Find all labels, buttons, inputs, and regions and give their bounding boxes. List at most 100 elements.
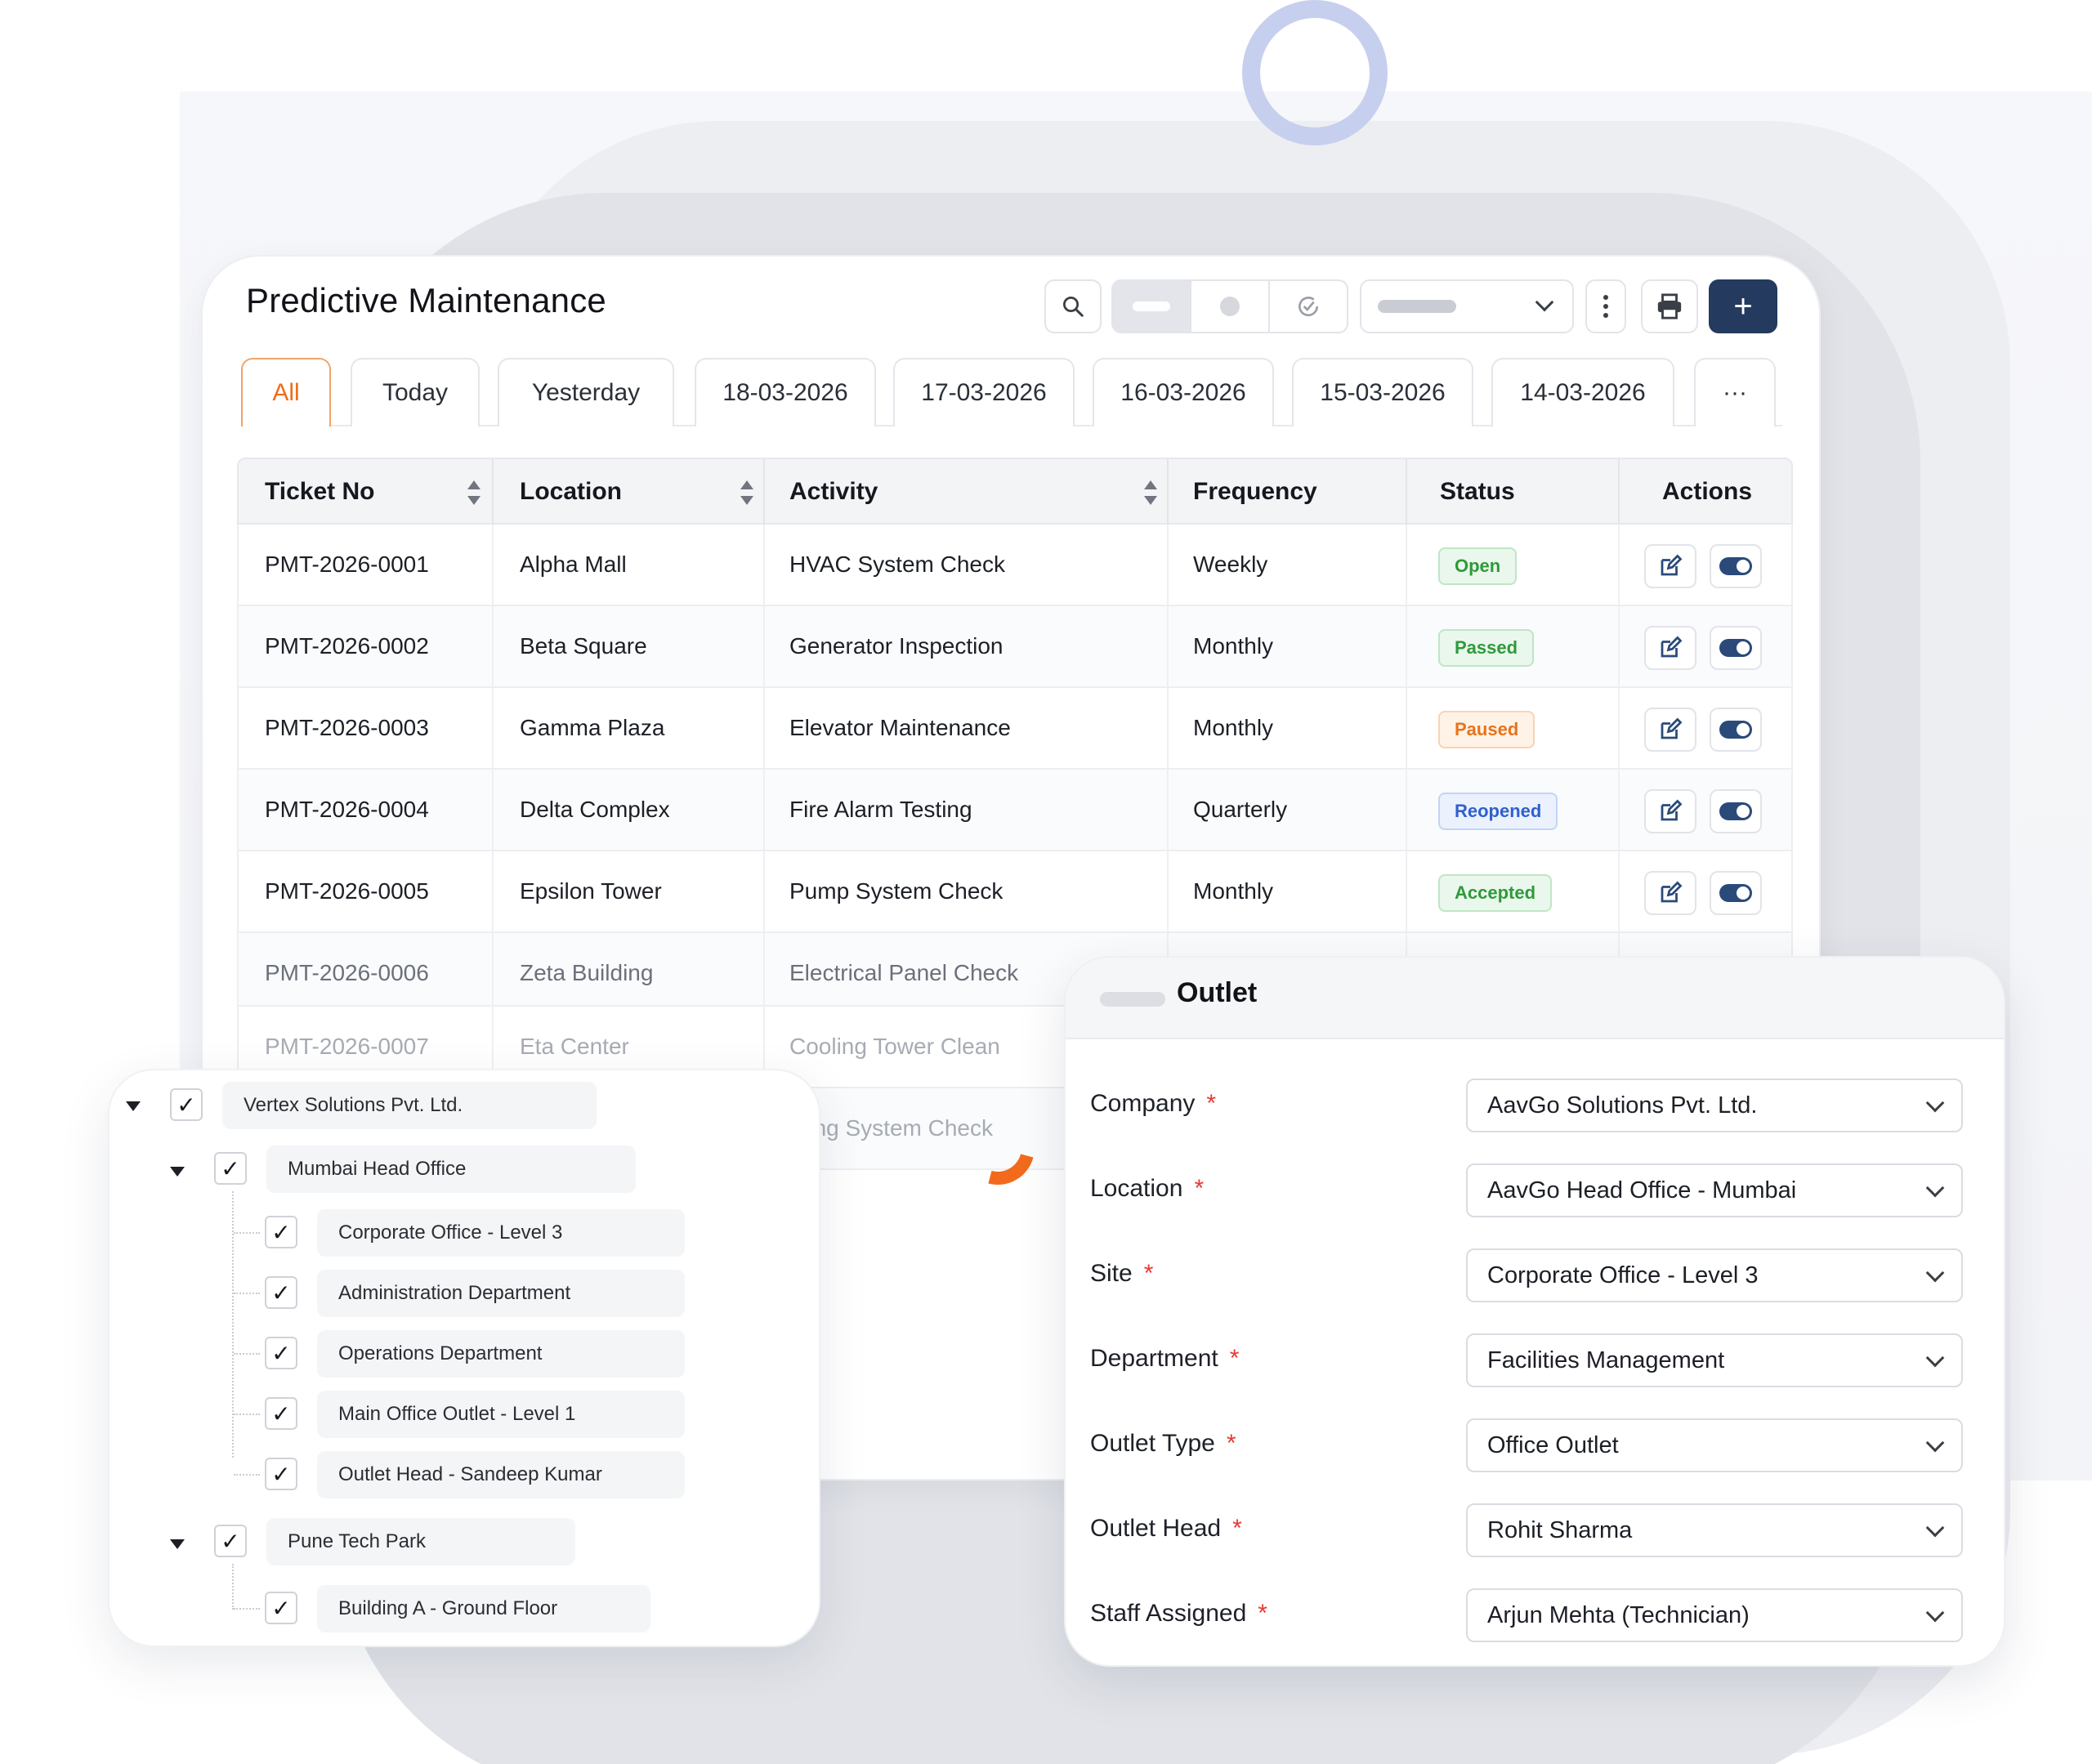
- tree-node-leaf[interactable]: Main Office Outlet - Level 1: [317, 1391, 685, 1438]
- chevron-down-icon: [1535, 293, 1554, 312]
- field-select[interactable]: AavGo Head Office - Mumbai: [1466, 1163, 1963, 1217]
- checkbox-checked[interactable]: ✓: [265, 1592, 297, 1624]
- segment-check[interactable]: [1270, 281, 1347, 332]
- cell-frequency: Weekly: [1193, 552, 1268, 577]
- cell-divider: [1167, 606, 1169, 686]
- tree-node-leaf[interactable]: Operations Department: [317, 1330, 685, 1378]
- select-value: Arjun Mehta (Technician): [1487, 1601, 1750, 1628]
- tree-node-leaf[interactable]: Outlet Head - Sandeep Kumar: [317, 1451, 685, 1498]
- cell-activity: Cooling Tower Clean: [789, 1034, 1000, 1059]
- tab-date-16[interactable]: 16-03-2026: [1093, 358, 1274, 426]
- cell-divider: [1618, 851, 1620, 931]
- required-mark: *: [1258, 1600, 1267, 1627]
- checkbox-checked[interactable]: ✓: [214, 1525, 247, 1557]
- caret-down-icon[interactable]: [126, 1101, 141, 1111]
- tree-node-group[interactable]: Mumbai Head Office: [266, 1145, 636, 1193]
- cell-divider: [1167, 688, 1169, 768]
- checkbox-checked[interactable]: ✓: [170, 1088, 203, 1121]
- tab-more[interactable]: ···: [1694, 358, 1776, 426]
- cell-divider: [1618, 770, 1620, 850]
- checkbox-checked[interactable]: ✓: [265, 1276, 297, 1309]
- field-select[interactable]: AavGo Solutions Pvt. Ltd.: [1466, 1078, 1963, 1132]
- cell-frequency: Monthly: [1193, 715, 1274, 740]
- tab-date-17[interactable]: 17-03-2026: [893, 358, 1075, 426]
- cell-divider: [1406, 688, 1407, 768]
- checkbox-checked[interactable]: ✓: [214, 1152, 247, 1185]
- page-title: Predictive Maintenance: [246, 281, 606, 319]
- add-button[interactable]: +: [1709, 279, 1777, 333]
- sort-icon[interactable]: [467, 480, 481, 505]
- edit-button[interactable]: [1644, 789, 1696, 833]
- table-row[interactable]: PMT-2026-0001 Alpha Mall HVAC System Check…: [237, 525, 1793, 606]
- field-select[interactable]: Rohit Sharma: [1466, 1503, 1963, 1557]
- table-row[interactable]: PMT-2026-0003 Gamma Plaza Elevator Mainten…: [237, 688, 1793, 770]
- toggle-button[interactable]: [1710, 626, 1762, 670]
- segment-list[interactable]: [1113, 281, 1191, 332]
- field-label: Outlet Head *: [1090, 1515, 1242, 1543]
- tree-node-group[interactable]: Pune Tech Park: [266, 1518, 575, 1565]
- tab-date-14[interactable]: 14-03-2026: [1491, 358, 1674, 426]
- search-button[interactable]: [1044, 279, 1102, 333]
- tab-date-18[interactable]: 18-03-2026: [695, 358, 876, 426]
- caret-down-icon[interactable]: [170, 1167, 185, 1177]
- toggle-button[interactable]: [1710, 544, 1762, 588]
- outlet-header: Outlet: [1066, 958, 2004, 1039]
- field-label-text: Department: [1090, 1345, 1218, 1372]
- chevron-down-icon: [1925, 1093, 1945, 1113]
- cell-divider: [492, 525, 494, 605]
- field-label: Staff Assigned *: [1090, 1600, 1267, 1628]
- sort-icon[interactable]: [1144, 480, 1157, 505]
- toggle-button[interactable]: [1710, 871, 1762, 915]
- tree-node-leaf[interactable]: Corporate Office - Level 3: [317, 1209, 685, 1257]
- cell-activity: Fire Alarm Testing: [789, 797, 972, 822]
- tab-all[interactable]: All: [241, 358, 331, 426]
- filter-dropdown[interactable]: [1360, 279, 1574, 333]
- cell-divider: [492, 606, 494, 686]
- tab-date-15[interactable]: 15-03-2026: [1292, 358, 1473, 426]
- more-options-button[interactable]: [1585, 279, 1626, 333]
- print-button[interactable]: [1641, 279, 1698, 333]
- segment-dot[interactable]: [1191, 281, 1270, 332]
- field-select[interactable]: Office Outlet: [1466, 1418, 1963, 1472]
- toggle-icon: [1719, 557, 1752, 575]
- header-divider: [1167, 459, 1169, 525]
- edit-button[interactable]: [1644, 871, 1696, 915]
- cell-divider: [1618, 606, 1620, 686]
- required-mark: *: [1206, 1090, 1217, 1117]
- table-row[interactable]: PMT-2026-0002 Beta Square Generator Inspec…: [237, 606, 1793, 688]
- table-row[interactable]: PMT-2026-0004 Delta Complex Fire Alarm Tes…: [237, 770, 1793, 851]
- edit-button[interactable]: [1644, 544, 1696, 588]
- field-select[interactable]: Arjun Mehta (Technician): [1466, 1588, 1963, 1642]
- tree-guide: [234, 1413, 260, 1415]
- field-label-text: Outlet Head: [1090, 1515, 1222, 1542]
- tree-node-root[interactable]: Vertex Solutions Pvt. Ltd.: [222, 1082, 597, 1129]
- toggle-button[interactable]: [1710, 789, 1762, 833]
- tab-today[interactable]: Today: [351, 358, 480, 426]
- edit-button[interactable]: [1644, 626, 1696, 670]
- checkbox-checked[interactable]: ✓: [265, 1397, 297, 1430]
- cell-activity: Electrical Panel Check: [789, 960, 1019, 985]
- field-select[interactable]: Corporate Office - Level 3: [1466, 1248, 1963, 1302]
- cell-divider: [763, 851, 765, 931]
- toggle-button[interactable]: [1710, 708, 1762, 752]
- tab-yesterday[interactable]: Yesterday: [498, 358, 674, 426]
- table-row[interactable]: PMT-2026-0005 Epsilon Tower Pump System Ch…: [237, 851, 1793, 933]
- sort-icon[interactable]: [740, 480, 753, 505]
- checkbox-checked[interactable]: ✓: [265, 1216, 297, 1248]
- cell-divider: [1618, 688, 1620, 768]
- checkbox-checked[interactable]: ✓: [265, 1458, 297, 1490]
- select-value: Office Outlet: [1487, 1431, 1619, 1458]
- decorative-ring: [1242, 0, 1388, 145]
- cell-divider: [763, 770, 765, 850]
- tree-guide: [234, 1474, 260, 1476]
- col-location: Location: [520, 478, 622, 505]
- col-activity: Activity: [789, 478, 878, 505]
- edit-icon: [1661, 554, 1683, 576]
- caret-down-icon[interactable]: [170, 1539, 185, 1549]
- edit-button[interactable]: [1644, 708, 1696, 752]
- checkbox-checked[interactable]: ✓: [265, 1337, 297, 1369]
- field-select[interactable]: Facilities Management: [1466, 1333, 1963, 1387]
- tree-node-leaf[interactable]: Administration Department: [317, 1270, 685, 1317]
- tree-node-leaf[interactable]: Building A - Ground Floor: [317, 1585, 650, 1632]
- printer-icon: [1657, 293, 1682, 319]
